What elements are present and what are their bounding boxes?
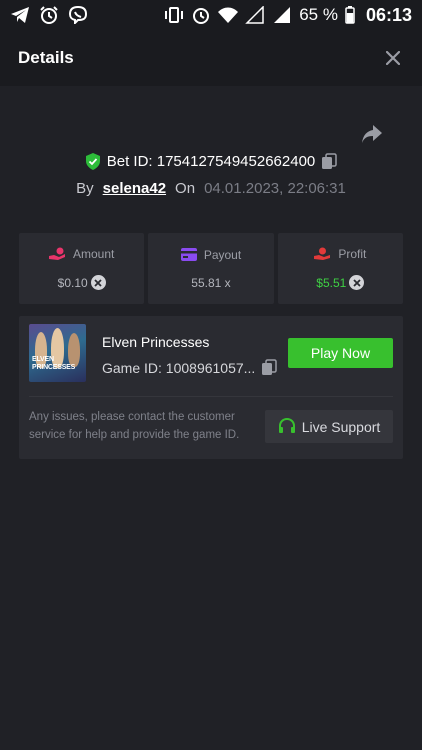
game-name: Elven Princesses: [102, 334, 210, 350]
thumbnail-title-2: PRINCESSES: [32, 364, 76, 371]
wifi-icon: [218, 7, 239, 23]
bet-id-row: Bet ID: 1754127549452662400: [0, 153, 422, 170]
signal-empty-icon: [245, 6, 264, 24]
thumbnail-title-1: ELVEN: [32, 356, 54, 363]
live-support-label: Live Support: [301, 418, 381, 435]
support-info-text: Any issues, please contact the customer …: [29, 411, 240, 441]
game-id: Game ID: 1008961057...: [102, 360, 256, 376]
payout-value: 55.81 x: [191, 275, 231, 290]
on-label: On: [175, 180, 196, 197]
clock: 06:13: [365, 4, 412, 25]
bet-meta-row: By selena42 On 04.01.2023, 22:06:31: [0, 180, 422, 197]
profit-label: Profit: [338, 247, 367, 261]
currency-badge-icon: [349, 275, 365, 290]
payout-card: Payout 55.81 x: [148, 233, 274, 304]
copy-icon[interactable]: [261, 359, 277, 376]
username-link[interactable]: selena42: [103, 180, 166, 197]
status-bar: 65 % 06:13: [0, 0, 422, 30]
play-now-button[interactable]: Play Now: [288, 338, 393, 368]
alarm-icon: [193, 8, 210, 24]
battery-icon: [345, 6, 355, 24]
coins-hand-icon: [48, 247, 65, 260]
divider: [29, 396, 393, 397]
copy-icon[interactable]: [321, 153, 338, 170]
by-label: By: [76, 180, 94, 197]
profit-card: Profit $5.51: [277, 233, 403, 304]
shield-check-icon: [85, 153, 100, 170]
vibrate-icon: [165, 7, 184, 23]
alarm-icon: [40, 6, 58, 24]
signal-icon: [274, 7, 291, 23]
bet-date: 04.01.2023, 22:06:31: [204, 180, 346, 197]
profit-value: $5.51: [316, 275, 347, 290]
close-icon: [386, 51, 400, 65]
amount-label: Amount: [72, 247, 115, 261]
bet-id: Bet ID: 1754127549452662400: [106, 153, 316, 170]
telegram-icon: [11, 7, 29, 23]
headset-icon: [278, 418, 295, 433]
bet-stats: Amount $0.10 Payout 55.81 x Profit $5.51: [19, 233, 403, 304]
payout-label: Payout: [203, 247, 242, 262]
viber-icon: [68, 6, 88, 24]
details-header: Details: [0, 30, 422, 86]
game-card: ELVEN PRINCESSES Elven Princesses Game I…: [19, 316, 403, 459]
live-support-button[interactable]: Live Support: [265, 410, 393, 443]
profit-hand-icon: [314, 247, 331, 260]
card-icon: [180, 248, 197, 261]
game-thumbnail[interactable]: ELVEN PRINCESSES: [29, 324, 86, 382]
currency-badge-icon: [90, 275, 106, 290]
share-icon[interactable]: [360, 123, 384, 145]
amount-value: $0.10: [57, 275, 88, 290]
amount-card: Amount $0.10: [19, 233, 145, 304]
battery-percent: 65 %: [299, 5, 338, 24]
close-button[interactable]: [382, 47, 404, 69]
page-title: Details: [18, 48, 74, 67]
